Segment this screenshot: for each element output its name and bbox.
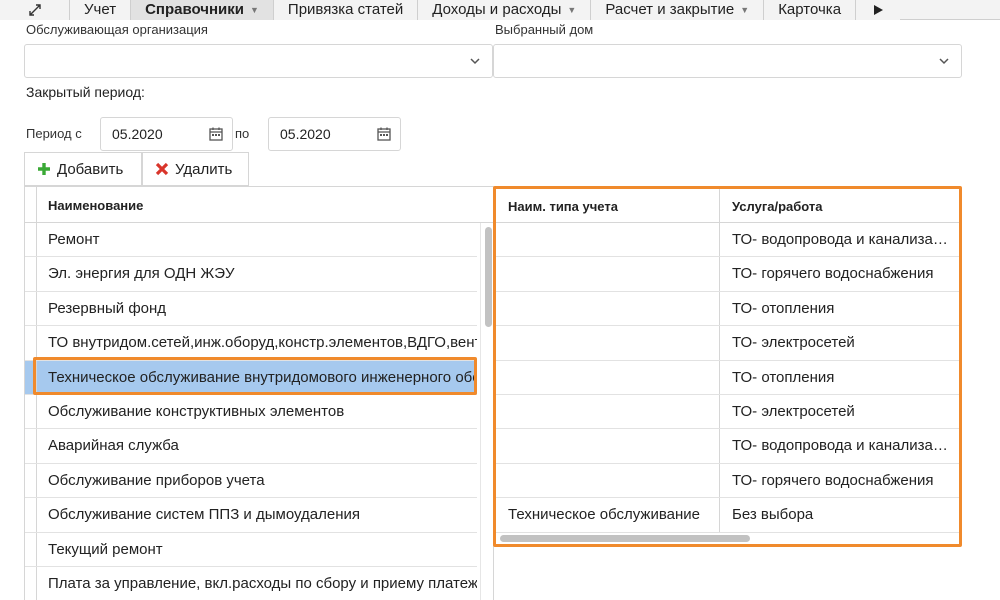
- chevron-down-icon: [939, 58, 949, 65]
- table-row[interactable]: Обслуживание систем ППЗ и дымоудаления: [25, 498, 477, 533]
- table-row[interactable]: Плата за управление, вкл.расходы по сбор…: [25, 567, 477, 600]
- menu-item-uchet[interactable]: Учет: [70, 0, 132, 20]
- table-row[interactable]: Ремонт: [25, 223, 477, 258]
- top-menu: Учет Справочники ▼ Привязка статей Доходы…: [0, 0, 1000, 20]
- chevron-down-icon: ▼: [567, 5, 577, 15]
- table-row[interactable]: ТО- водопровода и канализации: [496, 429, 959, 464]
- table-row[interactable]: ТО- горячего водоснабжения: [496, 257, 959, 292]
- table-row[interactable]: ТО- отопления: [496, 291, 959, 327]
- column-header-service[interactable]: Услуга/работа: [732, 199, 823, 214]
- menu-item-spravochniki[interactable]: Справочники ▼: [131, 0, 274, 20]
- table-row[interactable]: Обслуживание конструктивных элементов: [25, 395, 477, 430]
- column-header-name[interactable]: Наименование: [48, 198, 143, 213]
- table-row[interactable]: ТО- электросетей: [496, 326, 959, 361]
- chevron-down-icon: ▼: [250, 5, 259, 15]
- plus-icon: [38, 163, 50, 175]
- table-row[interactable]: ТО- водопровода и канализации: [496, 223, 959, 258]
- chevron-down-icon: [470, 58, 480, 65]
- items-grid: Наименование Ремонт Эл. энергия для ОДН …: [24, 186, 494, 600]
- table-row[interactable]: ТО- электросетей: [496, 395, 959, 430]
- vertical-scrollbar[interactable]: [480, 223, 493, 600]
- table-row-selected[interactable]: Техническое обслуживание внутридомового …: [25, 360, 477, 395]
- house-select[interactable]: [493, 44, 962, 78]
- table-row[interactable]: Текущий ремонт: [25, 532, 477, 567]
- delete-x-icon: [155, 162, 169, 176]
- horizontal-scrollbar[interactable]: [496, 532, 959, 544]
- menu-item-privyazka[interactable]: Привязка статей: [273, 0, 419, 20]
- table-row[interactable]: Аварийная служба: [25, 429, 477, 464]
- chevron-down-icon: ▼: [740, 5, 750, 15]
- table-row[interactable]: Обслуживание приборов учета: [25, 463, 477, 499]
- menu-item-kartochka[interactable]: Карточка: [764, 0, 857, 20]
- scrollbar-thumb[interactable]: [500, 535, 750, 542]
- org-select[interactable]: [24, 44, 493, 78]
- period-to-label: по: [235, 126, 250, 141]
- grid-header: Наименование: [25, 187, 493, 223]
- period-from-label: Период с: [26, 126, 82, 141]
- calendar-icon[interactable]: [376, 126, 392, 142]
- column-header-accounting-type[interactable]: Наим. типа учета: [508, 199, 618, 214]
- add-button[interactable]: Добавить: [24, 152, 142, 186]
- menu-item-raschet[interactable]: Расчет и закрытие ▼: [591, 0, 765, 20]
- expand-icon[interactable]: [0, 0, 70, 20]
- table-row[interactable]: ТО внутридом.сетей,инж.оборуд,констр.эле…: [25, 326, 477, 361]
- grid-header: Наим. типа учета Услуга/работа: [496, 189, 959, 223]
- period-to-field[interactable]: 05.2020: [268, 117, 401, 151]
- play-icon[interactable]: [856, 0, 901, 20]
- house-label: Выбранный дом: [495, 22, 594, 37]
- scrollbar-thumb[interactable]: [485, 227, 492, 327]
- details-grid: Наим. типа учета Услуга/работа ТО- водоп…: [493, 186, 962, 547]
- table-row[interactable]: Эл. энергия для ОДН ЖЭУ: [25, 257, 477, 292]
- period-from-field[interactable]: 05.2020: [100, 117, 233, 151]
- closed-period-label: Закрытый период:: [26, 84, 145, 100]
- org-label: Обслуживающая организация: [26, 22, 208, 37]
- table-row[interactable]: ТО- горячего водоснабжения: [496, 463, 959, 499]
- table-row[interactable]: Резервный фонд: [25, 291, 477, 327]
- table-row[interactable]: Техническое обслуживание Без выбора: [496, 498, 959, 533]
- calendar-icon[interactable]: [208, 126, 224, 142]
- delete-button[interactable]: Удалить: [142, 152, 249, 186]
- menu-item-dohody[interactable]: Доходы и расходы ▼: [418, 0, 592, 20]
- table-row[interactable]: ТО- отопления: [496, 360, 959, 395]
